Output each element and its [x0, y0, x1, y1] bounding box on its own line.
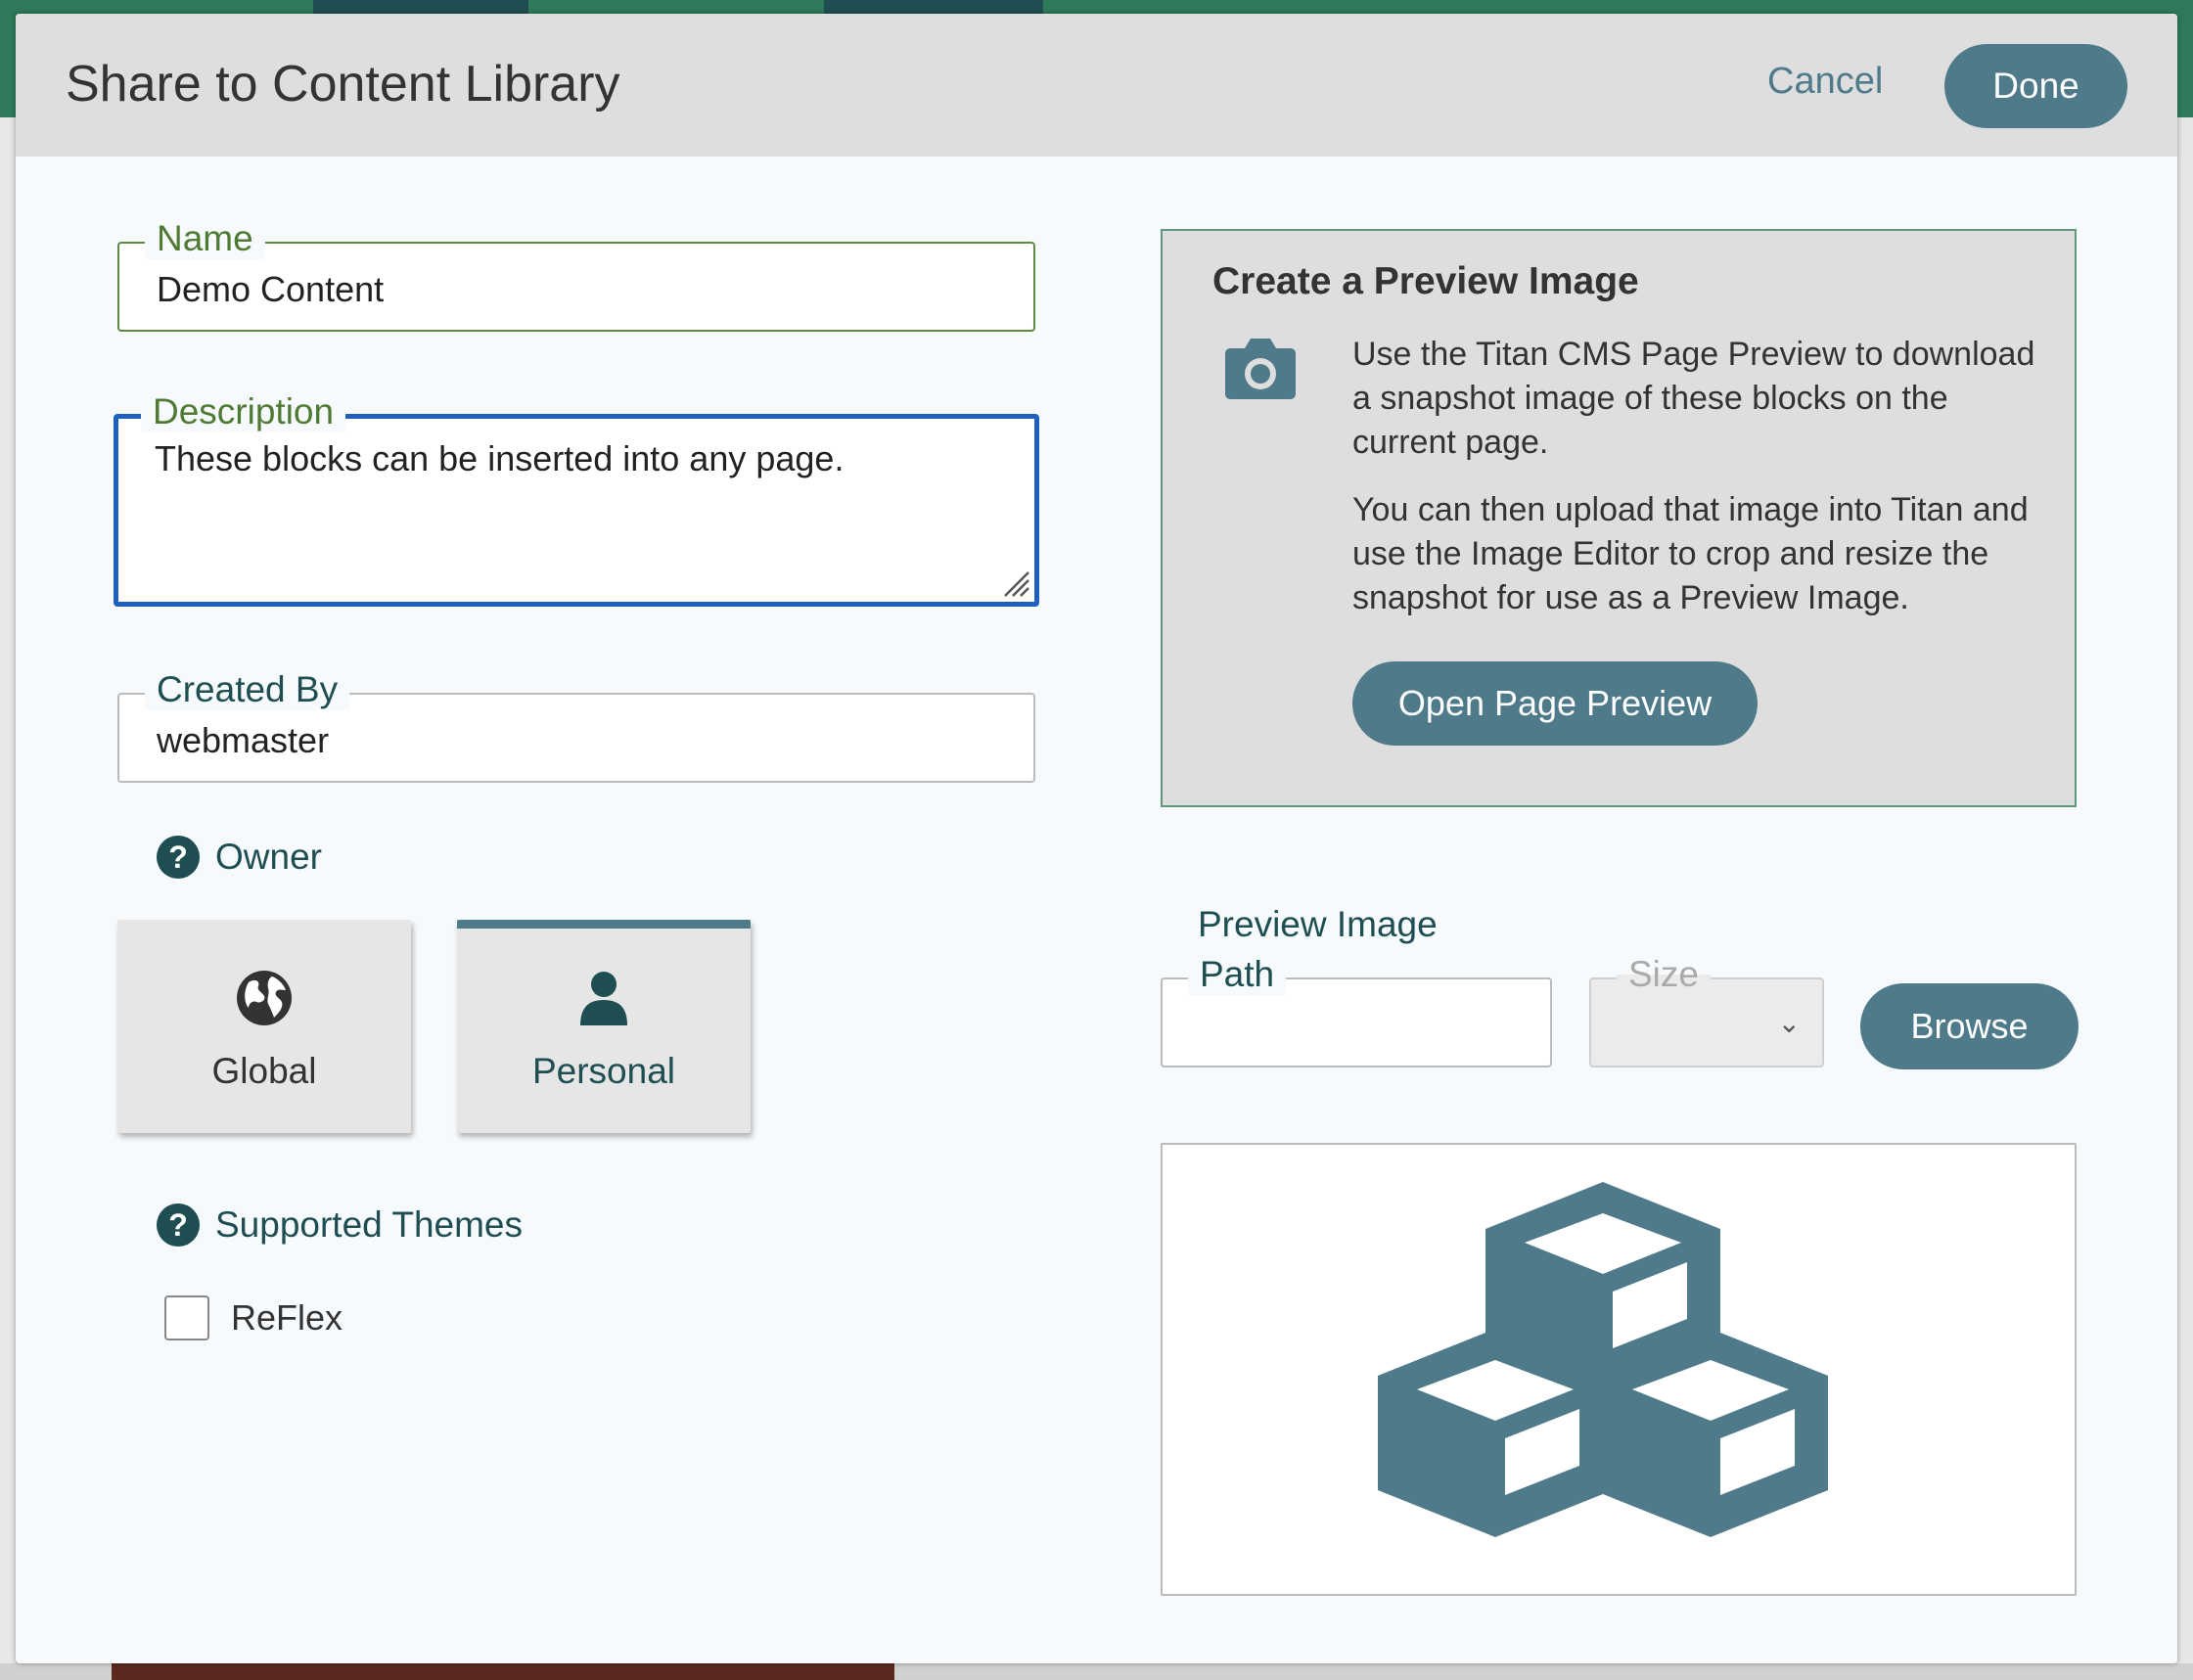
path-field: Path: [1161, 954, 1552, 1067]
path-input[interactable]: [1182, 1003, 1534, 1048]
open-page-preview-button[interactable]: Open Page Preview: [1352, 661, 1758, 746]
background-bottom-edge: [0, 1663, 2193, 1680]
name-label: Name: [145, 218, 265, 259]
background-image: [112, 1663, 894, 1680]
cubes-icon: [1378, 1182, 1828, 1537]
preview-panel-title: Create a Preview Image: [1212, 260, 1639, 302]
path-label: Path: [1188, 954, 1287, 995]
created-by-label: Created By: [145, 669, 350, 710]
dialog-title: Share to Content Library: [66, 56, 620, 113]
preview-paragraph: Use the Titan CMS Page Preview to downlo…: [1352, 336, 2035, 461]
preview-instructions: Use the Titan CMS Page Preview to downlo…: [1352, 333, 2037, 644]
user-icon: [580, 972, 627, 1025]
owner-section-label: ? Owner: [157, 836, 322, 879]
owner-option-label: Personal: [531, 1051, 676, 1091]
size-select[interactable]: Size ⌄: [1589, 954, 1824, 1067]
background-left-edge: [0, 117, 16, 1680]
chevron-down-icon: ⌄: [1777, 1008, 1801, 1038]
preview-image-box: [1161, 1143, 2077, 1596]
owner-option-label: Global: [211, 1051, 317, 1091]
owner-option-personal[interactable]: Personal: [457, 920, 751, 1133]
dialog-header: Share to Content Library Cancel Done: [16, 14, 2177, 157]
create-preview-panel: Create a Preview Image Use the Titan CMS…: [1161, 229, 2077, 807]
question-circle-icon[interactable]: ?: [157, 836, 200, 879]
browse-button[interactable]: Browse: [1860, 983, 2079, 1069]
done-button[interactable]: Done: [1944, 44, 2127, 128]
description-field: Description These blocks can be inserted…: [114, 391, 1039, 607]
background-right-edge: [2175, 117, 2193, 1663]
camera-icon: [1225, 339, 1296, 399]
supported-themes-section-label: ? Supported Themes: [157, 1203, 523, 1247]
cancel-button[interactable]: Cancel: [1767, 61, 1883, 103]
resize-handle-icon[interactable]: [997, 565, 1030, 598]
supported-themes-label: Supported Themes: [215, 1204, 524, 1245]
preview-paragraph: You can then upload that image into Tita…: [1352, 491, 2029, 616]
size-label: Size: [1617, 954, 1711, 995]
preview-image-label: Preview Image: [1198, 904, 1438, 944]
theme-checkbox[interactable]: [164, 1295, 209, 1340]
question-circle-icon[interactable]: ?: [157, 1203, 200, 1247]
name-input[interactable]: [157, 267, 998, 312]
description-label: Description: [141, 391, 346, 432]
theme-option-reflex[interactable]: ReFlex: [164, 1295, 343, 1340]
name-field: Name: [117, 218, 1035, 332]
globe-icon: [237, 971, 292, 1025]
created-by-field: Created By: [117, 669, 1035, 783]
owner-option-global[interactable]: Global: [117, 920, 411, 1133]
description-textarea[interactable]: These blocks can be inserted into any pa…: [155, 438, 996, 585]
created-by-input[interactable]: [157, 718, 998, 763]
owner-label: Owner: [215, 837, 322, 877]
share-dialog: Share to Content Library Cancel Done Nam…: [16, 14, 2177, 1663]
theme-label: ReFlex: [231, 1297, 343, 1338]
